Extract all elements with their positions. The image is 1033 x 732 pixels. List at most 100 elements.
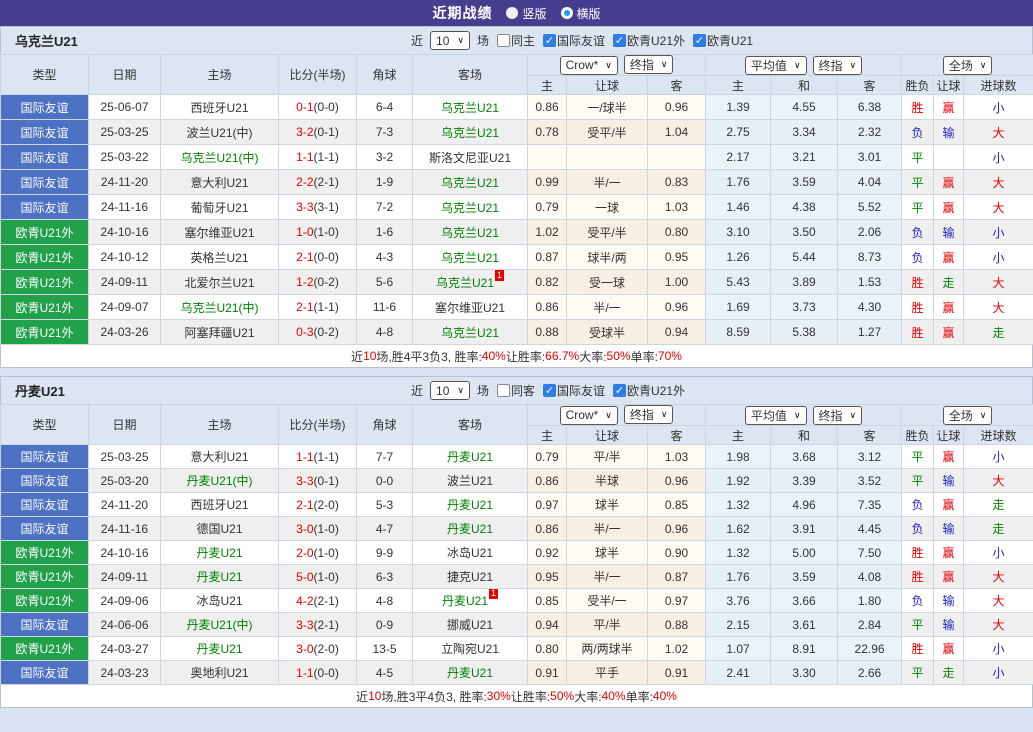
away-team[interactable]: 乌克兰U21 xyxy=(412,194,528,220)
away-team[interactable]: 捷克U21 xyxy=(412,564,528,589)
handicap-home-odds xyxy=(527,144,567,170)
home-team[interactable]: 德国U21 xyxy=(160,516,279,541)
average-odds-dropdown[interactable]: 平均值 ∨ xyxy=(744,405,807,425)
home-team[interactable]: 西班牙U21 xyxy=(160,94,279,120)
away-team[interactable]: 塞尔维亚U21 xyxy=(412,294,528,320)
home-team[interactable]: 北爱尔兰U21 xyxy=(160,269,279,295)
home-team[interactable]: 波兰U21(中) xyxy=(160,119,279,145)
match-type-badge[interactable]: 国际友谊 xyxy=(0,169,89,195)
sub-column-header: 主 xyxy=(705,425,772,445)
home-team[interactable]: 意大利U21 xyxy=(160,444,279,469)
match-type-badge[interactable]: 国际友谊 xyxy=(0,468,89,493)
checkbox-icon[interactable]: ✓ xyxy=(543,384,556,397)
full-match-dropdown[interactable]: 全场 ∨ xyxy=(942,405,993,425)
match-date: 24-09-06 xyxy=(88,588,161,613)
match-type-badge[interactable]: 国际友谊 xyxy=(0,444,89,469)
result-goals: 大 xyxy=(963,612,1033,637)
league-filter-checkbox-1-0[interactable]: ✓ 国际友谊 xyxy=(543,382,605,399)
match-type-badge[interactable]: 欧青U21外 xyxy=(0,636,89,661)
score: 5-0(1-0) xyxy=(278,564,357,589)
full-match-dropdown[interactable]: 全场 ∨ xyxy=(942,55,993,75)
match-type-badge[interactable]: 欧青U21外 xyxy=(0,564,89,589)
checkbox-icon[interactable]: ✓ xyxy=(543,34,556,47)
away-team[interactable]: 立陶宛U21 xyxy=(412,636,528,661)
league-filter-checkbox-0-0[interactable]: ✓ 国际友谊 xyxy=(543,32,605,49)
checkbox-icon[interactable]: ✓ xyxy=(613,34,627,47)
layout-radio-horizontal[interactable]: 横版 xyxy=(560,5,601,22)
final-odds-dropdown-2[interactable]: 终指 ∨ xyxy=(812,55,863,75)
home-team[interactable]: 乌克兰U21(中) xyxy=(160,294,279,320)
away-team[interactable]: 乌克兰U21 xyxy=(412,219,528,245)
average-odds-dropdown[interactable]: 平均值 ∨ xyxy=(744,55,807,75)
checkbox-icon[interactable] xyxy=(496,384,510,397)
odds-source-dropdown[interactable]: Crow* ∨ xyxy=(559,405,618,425)
away-team[interactable]: 丹麦U21 xyxy=(412,516,528,541)
match-count-select[interactable]: 10 ∨ xyxy=(430,31,470,50)
final-odds-dropdown-2[interactable]: 终指 ∨ xyxy=(812,405,863,425)
match-type-badge[interactable]: 国际友谊 xyxy=(0,492,89,517)
result-handicap: 赢 xyxy=(933,94,965,120)
odds-source-dropdown[interactable]: Crow* ∨ xyxy=(559,55,618,75)
layout-radio-vertical[interactable]: 竖版 xyxy=(506,5,547,22)
match-type-badge[interactable]: 欧青U21外 xyxy=(0,319,89,345)
league-filter-checkbox-0-2[interactable]: ✓ 欧青U21 xyxy=(693,32,753,49)
same-venue-checkbox[interactable]: 同客 xyxy=(496,382,535,399)
home-team[interactable]: 意大利U21 xyxy=(160,169,279,195)
away-team[interactable]: 丹麦U21 xyxy=(412,492,528,517)
away-team[interactable]: 乌克兰U21 xyxy=(412,119,528,145)
league-filter-checkbox-0-1[interactable]: ✓ 欧青U21外 xyxy=(613,32,685,49)
match-type-badge[interactable]: 国际友谊 xyxy=(0,194,89,220)
home-team[interactable]: 丹麦U21 xyxy=(160,540,279,565)
away-team[interactable]: 丹麦U21 xyxy=(412,660,528,685)
match-type-badge[interactable]: 国际友谊 xyxy=(0,660,89,685)
home-team[interactable]: 丹麦U21 xyxy=(160,636,279,661)
league-filter-checkbox-1-1[interactable]: ✓ 欧青U21外 xyxy=(613,382,685,399)
match-type-badge[interactable]: 国际友谊 xyxy=(0,144,89,170)
away-team[interactable]: 波兰U21 xyxy=(412,468,528,493)
home-team[interactable]: 乌克兰U21(中) xyxy=(160,144,279,170)
away-team[interactable]: 斯洛文尼亚U21 xyxy=(412,144,528,170)
radio-icon[interactable] xyxy=(560,7,573,19)
away-team[interactable]: 丹麦U211 xyxy=(412,588,528,613)
radio-icon[interactable] xyxy=(506,7,519,19)
home-team[interactable]: 英格兰U21 xyxy=(160,244,279,270)
match-type-badge[interactable]: 欧青U21外 xyxy=(0,588,89,613)
home-team[interactable]: 冰岛U21 xyxy=(160,588,279,613)
match-type-badge[interactable]: 欧青U21外 xyxy=(0,219,89,245)
checkbox-icon[interactable]: ✓ xyxy=(613,384,627,397)
home-team[interactable]: 丹麦U21(中) xyxy=(160,612,279,637)
away-team[interactable]: 丹麦U21 xyxy=(412,444,528,469)
match-type-badge[interactable]: 国际友谊 xyxy=(0,516,89,541)
match-type-badge[interactable]: 欧青U21外 xyxy=(0,540,89,565)
home-team[interactable]: 塞尔维亚U21 xyxy=(160,219,279,245)
match-type-badge[interactable]: 欧青U21外 xyxy=(0,269,89,295)
match-count-select[interactable]: 10 ∨ xyxy=(430,381,470,400)
home-team[interactable]: 葡萄牙U21 xyxy=(160,194,279,220)
match-type-badge[interactable]: 国际友谊 xyxy=(0,612,89,637)
away-team[interactable]: 乌克兰U21 xyxy=(412,94,528,120)
home-team[interactable]: 丹麦U21(中) xyxy=(160,468,279,493)
home-team[interactable]: 西班牙U21 xyxy=(160,492,279,517)
away-team[interactable]: 乌克兰U21 xyxy=(412,169,528,195)
checkbox-icon[interactable]: ✓ xyxy=(693,34,707,47)
match-type-badge[interactable]: 欧青U21外 xyxy=(0,244,89,270)
home-team[interactable]: 奥地利U21 xyxy=(160,660,279,685)
match-date: 24-11-16 xyxy=(88,194,161,220)
avg-draw-odds: 3.39 xyxy=(770,468,839,493)
away-team[interactable]: 乌克兰U21 xyxy=(412,244,528,270)
away-team[interactable]: 乌克兰U21 xyxy=(412,319,528,345)
final-odds-dropdown[interactable]: 终指 ∨ xyxy=(623,405,674,425)
match-type-badge[interactable]: 国际友谊 xyxy=(0,94,89,120)
match-row: 欧青U21外 24-09-06 冰岛U21 4-2(2-1) 4-8 丹麦U21… xyxy=(0,588,1033,613)
home-team[interactable]: 丹麦U21 xyxy=(160,564,279,589)
away-team[interactable]: 挪威U21 xyxy=(412,612,528,637)
checkbox-icon[interactable] xyxy=(496,34,510,47)
away-team[interactable]: 冰岛U21 xyxy=(412,540,528,565)
final-odds-dropdown[interactable]: 终指 ∨ xyxy=(623,55,674,75)
match-type-badge[interactable]: 国际友谊 xyxy=(0,119,89,145)
away-team[interactable]: 乌克兰U211 xyxy=(412,269,528,295)
match-type-badge[interactable]: 欧青U21外 xyxy=(0,294,89,320)
summary-text: 场,胜3平4负3, 胜率: xyxy=(381,689,487,704)
home-team[interactable]: 阿塞拜疆U21 xyxy=(160,319,279,345)
same-venue-checkbox[interactable]: 同主 xyxy=(496,32,535,49)
